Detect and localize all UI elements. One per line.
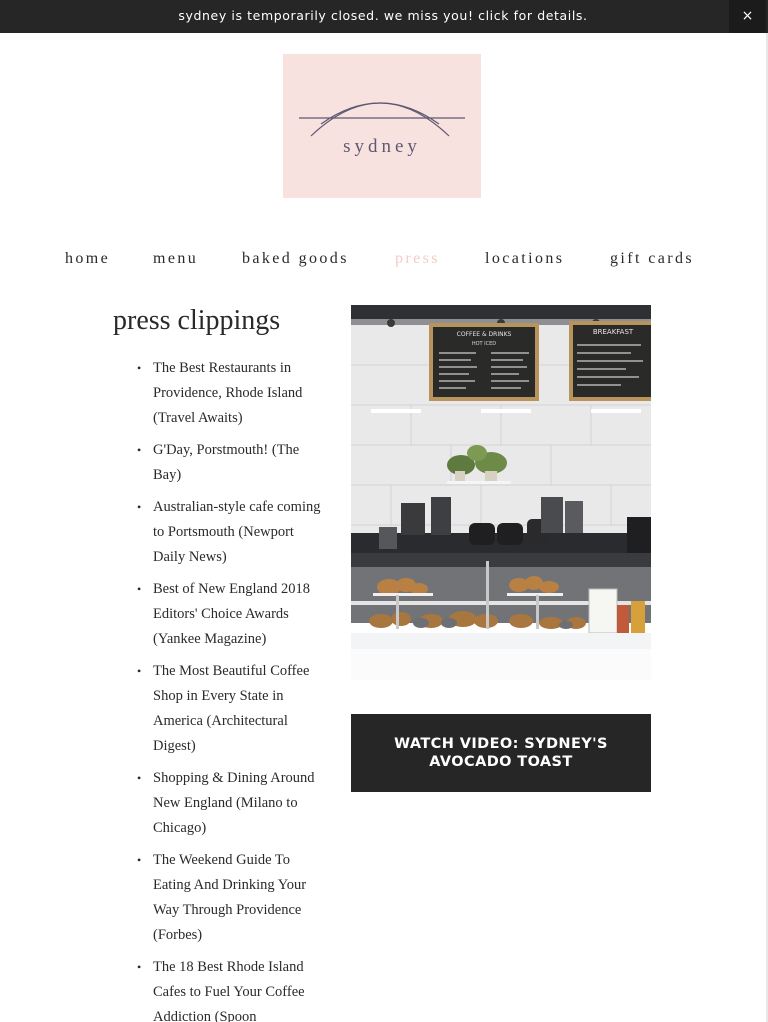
nav-item-home[interactable]: home [65,246,110,272]
bullet-icon: • [137,960,142,974]
clipping-link[interactable]: The Best Restaurants in Providence, Rhod… [153,360,302,426]
menu-board-title: BREAKFAST [593,328,634,336]
announcement-bar: sydney is temporarily closed. we miss yo… [0,0,768,33]
press-clippings-list: • The Best Restaurants in Providence, Rho… [135,356,327,1022]
watch-video-button[interactable]: WATCH VIDEO: SYDNEY'S AVOCADO TOAST [351,714,651,792]
bullet-icon: • [137,853,142,867]
clipping-link[interactable]: Best of New England 2018 Editors' Choice… [153,581,310,647]
nav-item-baked-goods[interactable]: baked goods [242,246,349,272]
nav-item-gift-cards[interactable]: gift cards [610,246,694,272]
list-item: • The Most Beautiful Coffee Shop in Every… [135,659,327,759]
close-icon: × [741,8,754,24]
bullet-icon: • [137,443,142,457]
list-item: • G'Day, Porstmouth! (The Bay) [135,438,327,488]
cafe-counter-photo[interactable]: COFFEE & DRINKS HOT ICED BREAKFAST [351,305,651,680]
menu-board-title: COFFEE & DRINKS [457,331,512,338]
logo-wordmark: sydney [343,136,421,157]
nav-item-locations[interactable]: locations [485,246,564,272]
clipping-link[interactable]: Australian-style cafe coming to Portsmou… [153,499,321,565]
bullet-icon: • [137,664,142,678]
bullet-icon: • [137,361,142,375]
main-nav: home menu baked goods press locations gi… [0,246,766,272]
nav-item-menu[interactable]: menu [153,246,198,272]
bullet-icon: • [137,771,142,785]
list-item: • Shopping & Dining Around New England (M… [135,766,327,841]
cafe-interior-image: COFFEE & DRINKS HOT ICED BREAKFAST [351,305,651,680]
page-title: press clippings [113,305,281,336]
announcement-link[interactable]: sydney is temporarily closed. we miss yo… [0,0,766,31]
list-item: • The Best Restaurants in Providence, Rho… [135,356,327,431]
site-logo[interactable]: sydney [283,54,481,198]
nav-item-press[interactable]: press [395,246,440,272]
clipping-link[interactable]: The Most Beautiful Coffee Shop in Every … [153,663,309,754]
clipping-link[interactable]: G'Day, Porstmouth! (The Bay) [153,442,299,483]
menu-board-subtitle: HOT ICED [472,341,496,347]
clipping-link[interactable]: The 18 Best Rhode Island Cafes to Fuel Y… [153,959,305,1022]
list-item: • The 18 Best Rhode Island Cafes to Fuel … [135,955,327,1022]
list-item: • Best of New England 2018 Editors' Choic… [135,577,327,652]
list-item: • The Weekend Guide To Eating And Drinkin… [135,848,327,948]
close-announcement-button[interactable]: × [729,0,766,33]
bullet-icon: • [137,582,142,596]
bridge-logo-icon: sydney [299,102,465,157]
clipping-link[interactable]: Shopping & Dining Around New England (Mi… [153,770,315,836]
bullet-icon: • [137,500,142,514]
clipping-link[interactable]: The Weekend Guide To Eating And Drinking… [153,852,306,943]
list-item: • Australian-style cafe coming to Portsmo… [135,495,327,570]
